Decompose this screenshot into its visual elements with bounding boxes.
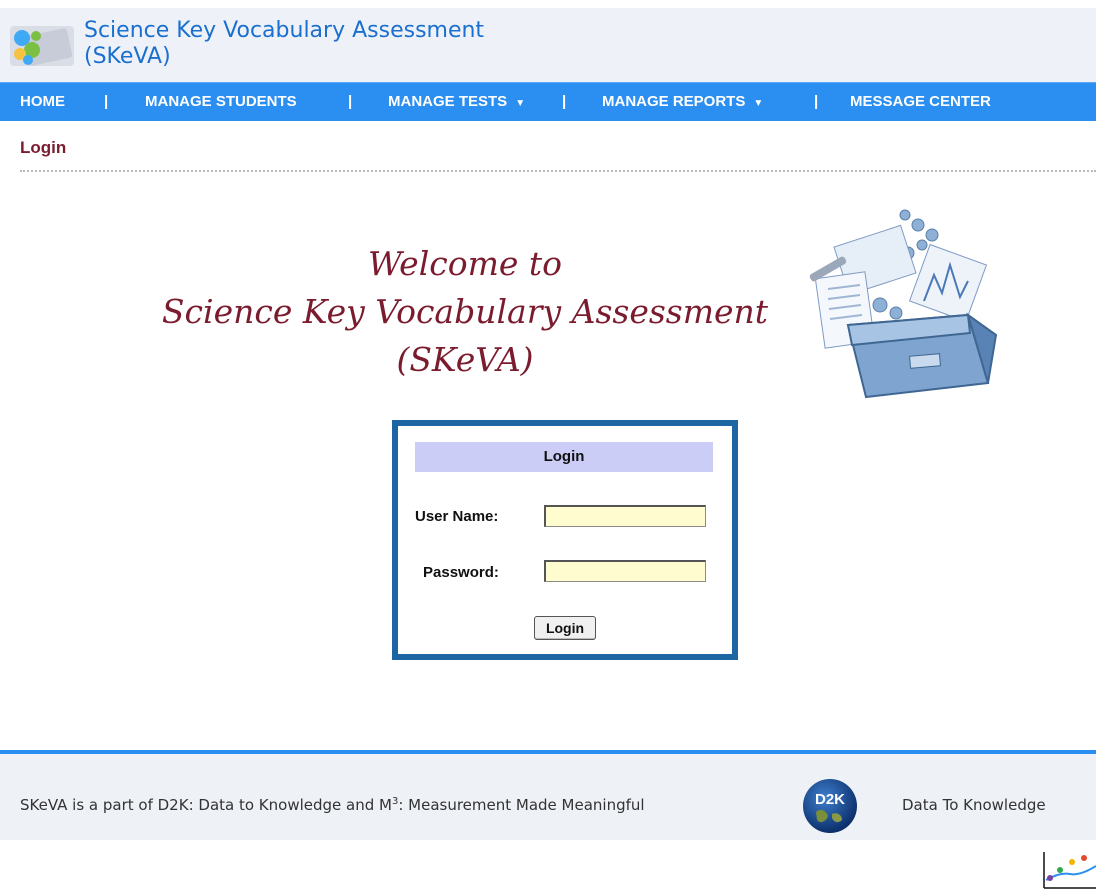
chevron-down-icon: ▼ bbox=[515, 98, 526, 109]
nav-manage-reports[interactable]: MANAGE REPORTS ▼ bbox=[602, 83, 763, 121]
password-label: Password: bbox=[423, 564, 499, 581]
footer-text-part2: : Measurement Made Meaningful bbox=[398, 796, 645, 814]
divider bbox=[20, 170, 1096, 172]
login-panel-title: Login bbox=[415, 442, 713, 472]
welcome-line3: (SKeVA) bbox=[396, 340, 534, 379]
footer: SKeVA is a part of D2K: Data to Knowledg… bbox=[0, 754, 1096, 840]
main-nav: HOME | MANAGE STUDENTS | MANAGE TESTS ▼ |… bbox=[0, 82, 1096, 121]
username-label: User Name: bbox=[415, 508, 499, 525]
footer-text-part1: SKeVA is a part of D2K: Data to Knowledg… bbox=[20, 796, 392, 814]
nav-separator: | bbox=[562, 93, 567, 110]
nav-manage-tests-label: MANAGE TESTS bbox=[388, 93, 508, 110]
app-title-line2: (SKeVA) bbox=[84, 44, 171, 69]
chevron-down-icon: ▼ bbox=[753, 98, 764, 109]
nav-home[interactable]: HOME bbox=[20, 83, 65, 121]
nav-manage-students[interactable]: MANAGE STUDENTS bbox=[145, 83, 297, 121]
science-toolbox-icon bbox=[809, 209, 998, 399]
nav-separator: | bbox=[348, 93, 353, 110]
nav-manage-tests[interactable]: MANAGE TESTS ▼ bbox=[388, 83, 525, 121]
nav-message-center[interactable]: MESSAGE CENTER bbox=[850, 83, 991, 121]
d2k-caption: Data To Knowledge bbox=[902, 796, 1046, 814]
welcome-line2: Science Key Vocabulary Assessment bbox=[161, 292, 769, 331]
d2k-logo-text: D2K bbox=[815, 791, 845, 808]
login-button[interactable]: Login bbox=[534, 616, 596, 640]
puzzle-pieces-icon bbox=[10, 26, 74, 66]
d2k-globe-logo[interactable]: D2K bbox=[802, 778, 858, 834]
nav-separator: | bbox=[104, 93, 109, 110]
app-header: Science Key Vocabulary Assessment (SKeVA… bbox=[0, 8, 1096, 82]
skeva-mini-logo bbox=[1040, 848, 1096, 892]
page-title: Login bbox=[20, 138, 67, 157]
app-title-line1: Science Key Vocabulary Assessment bbox=[84, 18, 485, 43]
password-input[interactable] bbox=[544, 560, 706, 582]
welcome-line1: Welcome to bbox=[367, 244, 563, 283]
username-input[interactable] bbox=[544, 505, 706, 527]
footer-text: SKeVA is a part of D2K: Data to Knowledg… bbox=[20, 796, 645, 814]
welcome-message: Welcome to Science Key Vocabulary Assess… bbox=[120, 240, 810, 384]
nav-separator: | bbox=[814, 93, 819, 110]
nav-manage-reports-label: MANAGE REPORTS bbox=[602, 93, 746, 110]
login-panel: Login User Name: Password: Login bbox=[392, 420, 738, 660]
app-title: Science Key Vocabulary Assessment (SKeVA… bbox=[84, 18, 604, 70]
